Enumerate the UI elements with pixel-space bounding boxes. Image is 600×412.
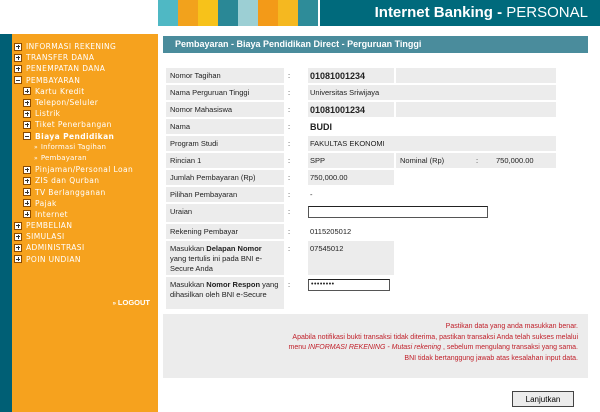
sidebar-item-label: Internet [35,209,68,219]
sidebar-item-label: Kartu Kredit [35,86,85,96]
sidebar-item-label: INFORMASI REKENING [26,42,117,52]
sidebar-item-label: Telepon/Seluler [35,98,99,108]
sidebar-strip [0,34,12,412]
arrow-icon: » [112,301,116,307]
row-delapan-nomor: Masukkan Delapan Nomor yang tertulis ini… [166,241,556,275]
expand-icon [14,221,22,230]
notice-box: Pastikan data yang anda masukkan benar. … [163,314,588,378]
expand-icon [14,64,22,73]
sidebar-item-poin-undian[interactable]: POIN UNDIAN [12,254,158,265]
page-title: Pembayaran - Biaya Pendidikan Direct - P… [163,36,588,53]
header-block [198,0,218,26]
expand-icon [23,87,31,96]
sidebar-item-label: TRANSFER DANA [26,53,95,63]
sidebar-item-label: Tiket Penerbangan [35,120,112,130]
sidebar-item-biaya-pendidikan[interactable]: Biaya Pendidikan [12,131,158,142]
sidebar-item-label: TV Berlangganan [35,187,106,197]
sidebar-item-pembelian[interactable]: PEMBELIAN [12,220,158,231]
page-header: Internet Banking - PERSONAL [0,0,600,34]
row-nomor-respon: Masukkan Nomor Respon yang dihasilkan ol… [166,277,556,309]
collapse-icon [14,76,22,85]
collapse-icon [23,132,31,141]
sidebar-item-label: PENEMPATAN DANA [26,64,106,74]
sidebar-item-label: ADMINISTRASI [26,243,85,253]
sidebar-item-pajak[interactable]: Pajak [12,198,158,209]
expand-icon [23,165,31,174]
main-content: Pembayaran - Biaya Pendidikan Direct - P… [158,34,600,412]
sidebar-item-penempatan-dana[interactable]: PENEMPATAN DANA [12,63,158,74]
row-rekening-pembayar: Rekening Pembayar : 0115205012 [166,224,556,239]
expand-icon [14,53,22,62]
expand-icon [23,98,31,107]
sidebar-item-label: Biaya Pendidikan [35,131,115,141]
arrow-icon: » [34,143,38,151]
sidebar-item-tiket-penerbangan[interactable]: Tiket Penerbangan [12,119,158,130]
sidebar-item-pembayaran[interactable]: PEMBAYARAN [12,75,158,86]
uraian-input[interactable] [308,206,488,218]
header-block [158,0,178,26]
sidebar-item-informasi-tagihan[interactable]: » Informasi Tagihan [12,142,158,153]
row-nomor-tagihan: Nomor Tagihan : 01081001234 [166,68,556,83]
expand-icon [14,255,22,264]
row-nama-perguruan-tinggi: Nama Perguruan Tinggi : Universitas Sriw… [166,85,556,100]
header-block [178,0,198,26]
sidebar-item-internet[interactable]: Internet [12,209,158,220]
arrow-icon: » [34,154,38,162]
app-title: Internet Banking - PERSONAL [320,0,600,26]
header-color-blocks [158,0,318,26]
sidebar-item-tv-berlangganan[interactable]: TV Berlangganan [12,186,158,197]
sidebar-item-label: POIN UNDIAN [26,254,81,264]
expand-icon [14,42,22,51]
sidebar-item-pinjaman-personal-loan[interactable]: Pinjaman/Personal Loan [12,164,158,175]
sidebar-item-label: Listrik [35,109,61,119]
sidebar-menu: INFORMASI REKENING TRANSFER DANA PENEMPATA… [12,41,158,265]
sidebar-item-label: Pajak [35,198,57,208]
expand-icon [23,176,31,185]
logout-link[interactable]: » LOGOUT [113,298,150,307]
row-rincian: Rincian 1 : SPP Nominal (Rp) : 750,000.0… [166,153,556,168]
expand-icon [14,243,22,252]
sidebar-item-simulasi[interactable]: SIMULASI [12,231,158,242]
row-uraian: Uraian : [166,204,556,222]
sidebar-item-label: PEMBAYARAN [26,75,81,85]
row-program-studi: Program Studi : FAKULTAS EKONOMI [166,136,556,151]
header-block [258,0,278,26]
lanjutkan-button[interactable]: Lanjutkan [512,391,574,407]
sidebar-item-listrik[interactable]: Listrik [12,108,158,119]
expand-icon [23,210,31,219]
expand-icon [14,232,22,241]
sidebar-item-kartu-kredit[interactable]: Kartu Kredit [12,86,158,97]
expand-icon [23,199,31,208]
row-jumlah-pembayaran: Jumlah Pembayaran (Rp) : 750,000.00 [166,170,556,185]
row-nama: Nama : BUDI [166,119,556,134]
sidebar-item-pembayaran[interactable]: » Pembayaran [12,153,158,164]
expand-icon [23,120,31,129]
sidebar-item-label: Pembayaran [40,154,87,163]
sidebar-item-label: PEMBELIAN [26,221,73,231]
sidebar-item-telepon-seluler[interactable]: Telepon/Seluler [12,97,158,108]
sidebar-item-zis-dan-qurban[interactable]: ZIS dan Qurban [12,175,158,186]
row-pilihan-pembayaran: Pilihan Pembayaran : - [166,187,556,202]
header-block [278,0,298,26]
expand-icon [23,109,31,118]
sidebar: INFORMASI REKENING TRANSFER DANA PENEMPATA… [0,34,158,412]
sidebar-item-label: Pinjaman/Personal Loan [35,165,134,175]
sidebar-item-label: ZIS dan Qurban [35,176,100,186]
header-block [218,0,238,26]
sidebar-item-label: Informasi Tagihan [40,143,107,152]
nominal-label: Nominal (Rp) [400,156,445,165]
expand-icon [23,188,31,197]
sidebar-item-administrasi[interactable]: ADMINISTRASI [12,242,158,253]
nominal-value: 750,000.00 [496,156,534,165]
header-block [238,0,258,26]
row-nomor-mahasiswa: Nomor Mahasiswa : 01081001234 [166,102,556,117]
sidebar-item-informasi-rekening[interactable]: INFORMASI REKENING [12,41,158,52]
header-block [298,0,318,26]
sidebar-item-label: SIMULASI [26,232,65,242]
nomor-respon-input[interactable]: •••••••• [308,279,390,291]
sidebar-item-transfer-dana[interactable]: TRANSFER DANA [12,52,158,63]
